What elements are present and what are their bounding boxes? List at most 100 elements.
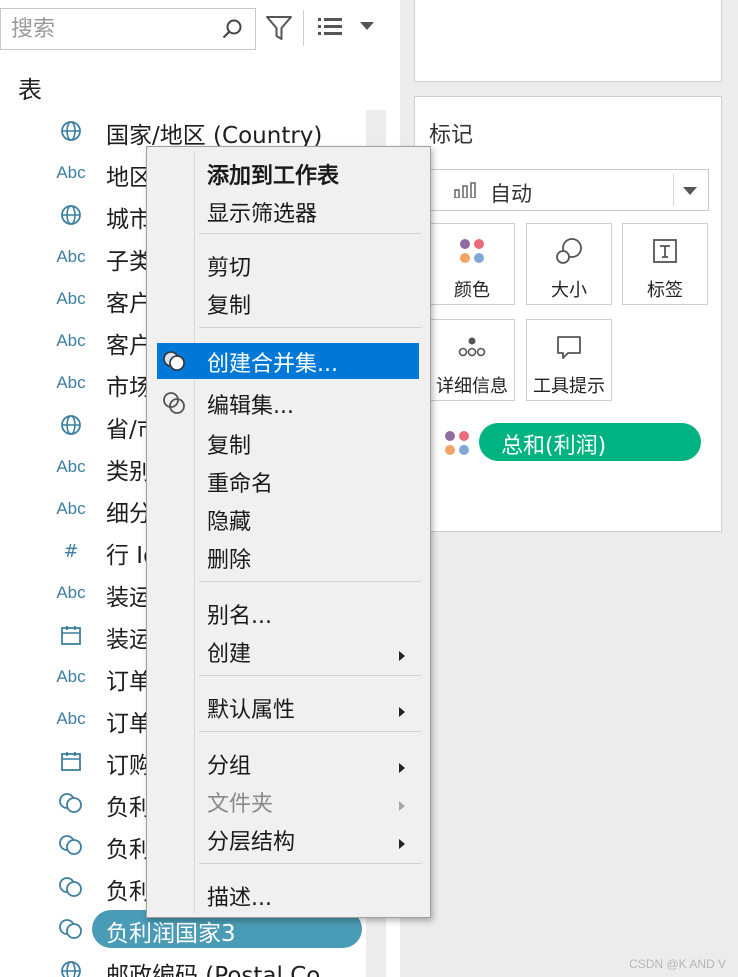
menu-item[interactable]: 创建合并集... (157, 343, 419, 379)
menu-item[interactable]: 复制 (157, 425, 419, 461)
abc-icon: Abc (56, 499, 86, 518)
menu-item-label: 隐藏 (207, 510, 252, 535)
menu-item-label: 重命名 (207, 472, 274, 497)
globe-icon (52, 404, 90, 446)
hash-icon: # (63, 540, 79, 562)
field-name: 负利润国家3 (106, 921, 236, 947)
size-circles-icon (556, 238, 582, 264)
tooltip-button[interactable]: 工具提示 (526, 319, 612, 401)
chevron-down-icon[interactable] (682, 185, 698, 197)
menu-item-label: 创建 (207, 642, 252, 667)
field-name: 邮政编码 (Postal Co (106, 963, 321, 977)
submenu-arrow-icon (398, 702, 405, 717)
measure-pill[interactable]: 总和(利润) (479, 423, 701, 461)
abc-icon: Abc (56, 709, 86, 728)
tooltip-button-label: 工具提示 (533, 376, 605, 397)
set-icon (52, 866, 90, 908)
marks-card: 标记 自动 颜色 大小 标签 详细信息 工具提示 总和(利润) (414, 96, 722, 532)
menu-item-label: 分层结构 (207, 830, 296, 855)
menu-item[interactable]: 显示筛选器 (157, 193, 419, 229)
abc-icon: Abc (56, 289, 86, 308)
menu-item[interactable]: 删除 (157, 539, 419, 575)
menu-separator (199, 327, 421, 328)
menu-item-label: 分组 (207, 754, 252, 779)
color-button[interactable]: 颜色 (429, 223, 515, 305)
menu-item[interactable]: 隐藏 (157, 501, 419, 537)
menu-item[interactable]: 编辑集... (157, 385, 419, 421)
menu-item[interactable]: 默认属性 (157, 689, 419, 725)
size-button-label: 大小 (551, 280, 587, 301)
menu-separator (199, 731, 421, 732)
menu-item-label: 创建合并集... (207, 352, 338, 377)
mark-type-dropdown[interactable]: 自动 (429, 169, 709, 211)
speech-bubble-icon (557, 336, 581, 359)
globe-icon (52, 194, 90, 236)
menu-item-label: 添加到工作表 (207, 164, 340, 189)
combined-set-icon (162, 349, 186, 373)
menu-item: 文件夹 (157, 783, 419, 819)
set-icon (52, 824, 90, 866)
menu-item[interactable]: 分层结构 (157, 821, 419, 857)
menu-item-label: 描述... (207, 886, 272, 911)
menu-item[interactable]: 描述... (157, 877, 419, 913)
set-icon (52, 908, 90, 950)
label-button-label: 标签 (647, 280, 683, 301)
menu-item[interactable]: 分组 (157, 745, 419, 781)
menu-item[interactable]: 别名... (157, 595, 419, 631)
set-icon (52, 782, 90, 824)
search-box[interactable] (0, 8, 256, 50)
search-icon[interactable] (221, 18, 243, 40)
cards-pane: 标记 自动 颜色 大小 标签 详细信息 工具提示 总和(利润) (400, 0, 738, 977)
menu-item[interactable]: 复制 (157, 285, 419, 321)
submenu-arrow-icon (398, 758, 405, 773)
globe-icon (52, 950, 90, 977)
text-label-icon (653, 239, 677, 263)
field-item[interactable]: 邮政编码 (Postal Co (0, 950, 386, 977)
menu-item[interactable]: 创建 (157, 633, 419, 669)
menu-separator (199, 581, 421, 582)
menu-item[interactable]: 重命名 (157, 463, 419, 499)
section-title: 表 (18, 76, 42, 104)
menu-separator (199, 675, 421, 676)
color-button-label: 颜色 (454, 280, 490, 301)
menu-separator (199, 863, 421, 864)
menu-item-label: 别名... (207, 604, 272, 629)
toolbar-divider (303, 10, 304, 46)
abc-icon: Abc (56, 331, 86, 350)
menu-item[interactable]: 剪切 (157, 247, 419, 283)
bar-chart-icon (454, 182, 476, 198)
menu-item-label: 显示筛选器 (207, 202, 318, 227)
marks-title: 标记 (429, 123, 474, 148)
abc-icon: Abc (56, 667, 86, 686)
menu-item-label: 剪切 (207, 256, 252, 281)
menu-item-label: 文件夹 (207, 792, 274, 817)
search-input[interactable] (11, 15, 211, 43)
globe-icon (52, 110, 90, 152)
abc-icon: Abc (56, 583, 86, 602)
abc-icon: Abc (56, 373, 86, 392)
detail-button-label: 详细信息 (436, 376, 508, 397)
field-name: 国家/地区 (Country) (106, 123, 323, 149)
menu-item-label: 删除 (207, 548, 252, 573)
submenu-arrow-icon (398, 646, 405, 661)
list-view-icon[interactable] (316, 15, 344, 39)
menu-item-label: 默认属性 (207, 698, 296, 723)
watermark: CSDN @K AND V (629, 957, 726, 971)
menu-item-label: 复制 (207, 434, 252, 459)
menu-item[interactable]: 添加到工作表 (157, 155, 419, 191)
calendar-icon (52, 740, 90, 782)
detail-button[interactable]: 详细信息 (429, 319, 515, 401)
size-button[interactable]: 大小 (526, 223, 612, 305)
detail-dots-icon (458, 337, 486, 357)
menu-item-label: 编辑集... (207, 394, 294, 419)
label-button[interactable]: 标签 (622, 223, 708, 305)
chevron-down-icon[interactable] (358, 20, 376, 32)
filter-icon[interactable] (264, 13, 294, 43)
abc-icon: Abc (56, 457, 86, 476)
context-menu: 添加到工作表 显示筛选器 剪切 复制 创建合并集... 编辑集... 复制 重命名 隐藏 删除 别名… (146, 146, 431, 918)
menu-separator (199, 233, 421, 234)
submenu-arrow-icon (398, 834, 405, 849)
filters-shelf[interactable] (414, 0, 722, 82)
abc-icon: Abc (56, 163, 86, 182)
color-dots-icon (445, 431, 469, 455)
